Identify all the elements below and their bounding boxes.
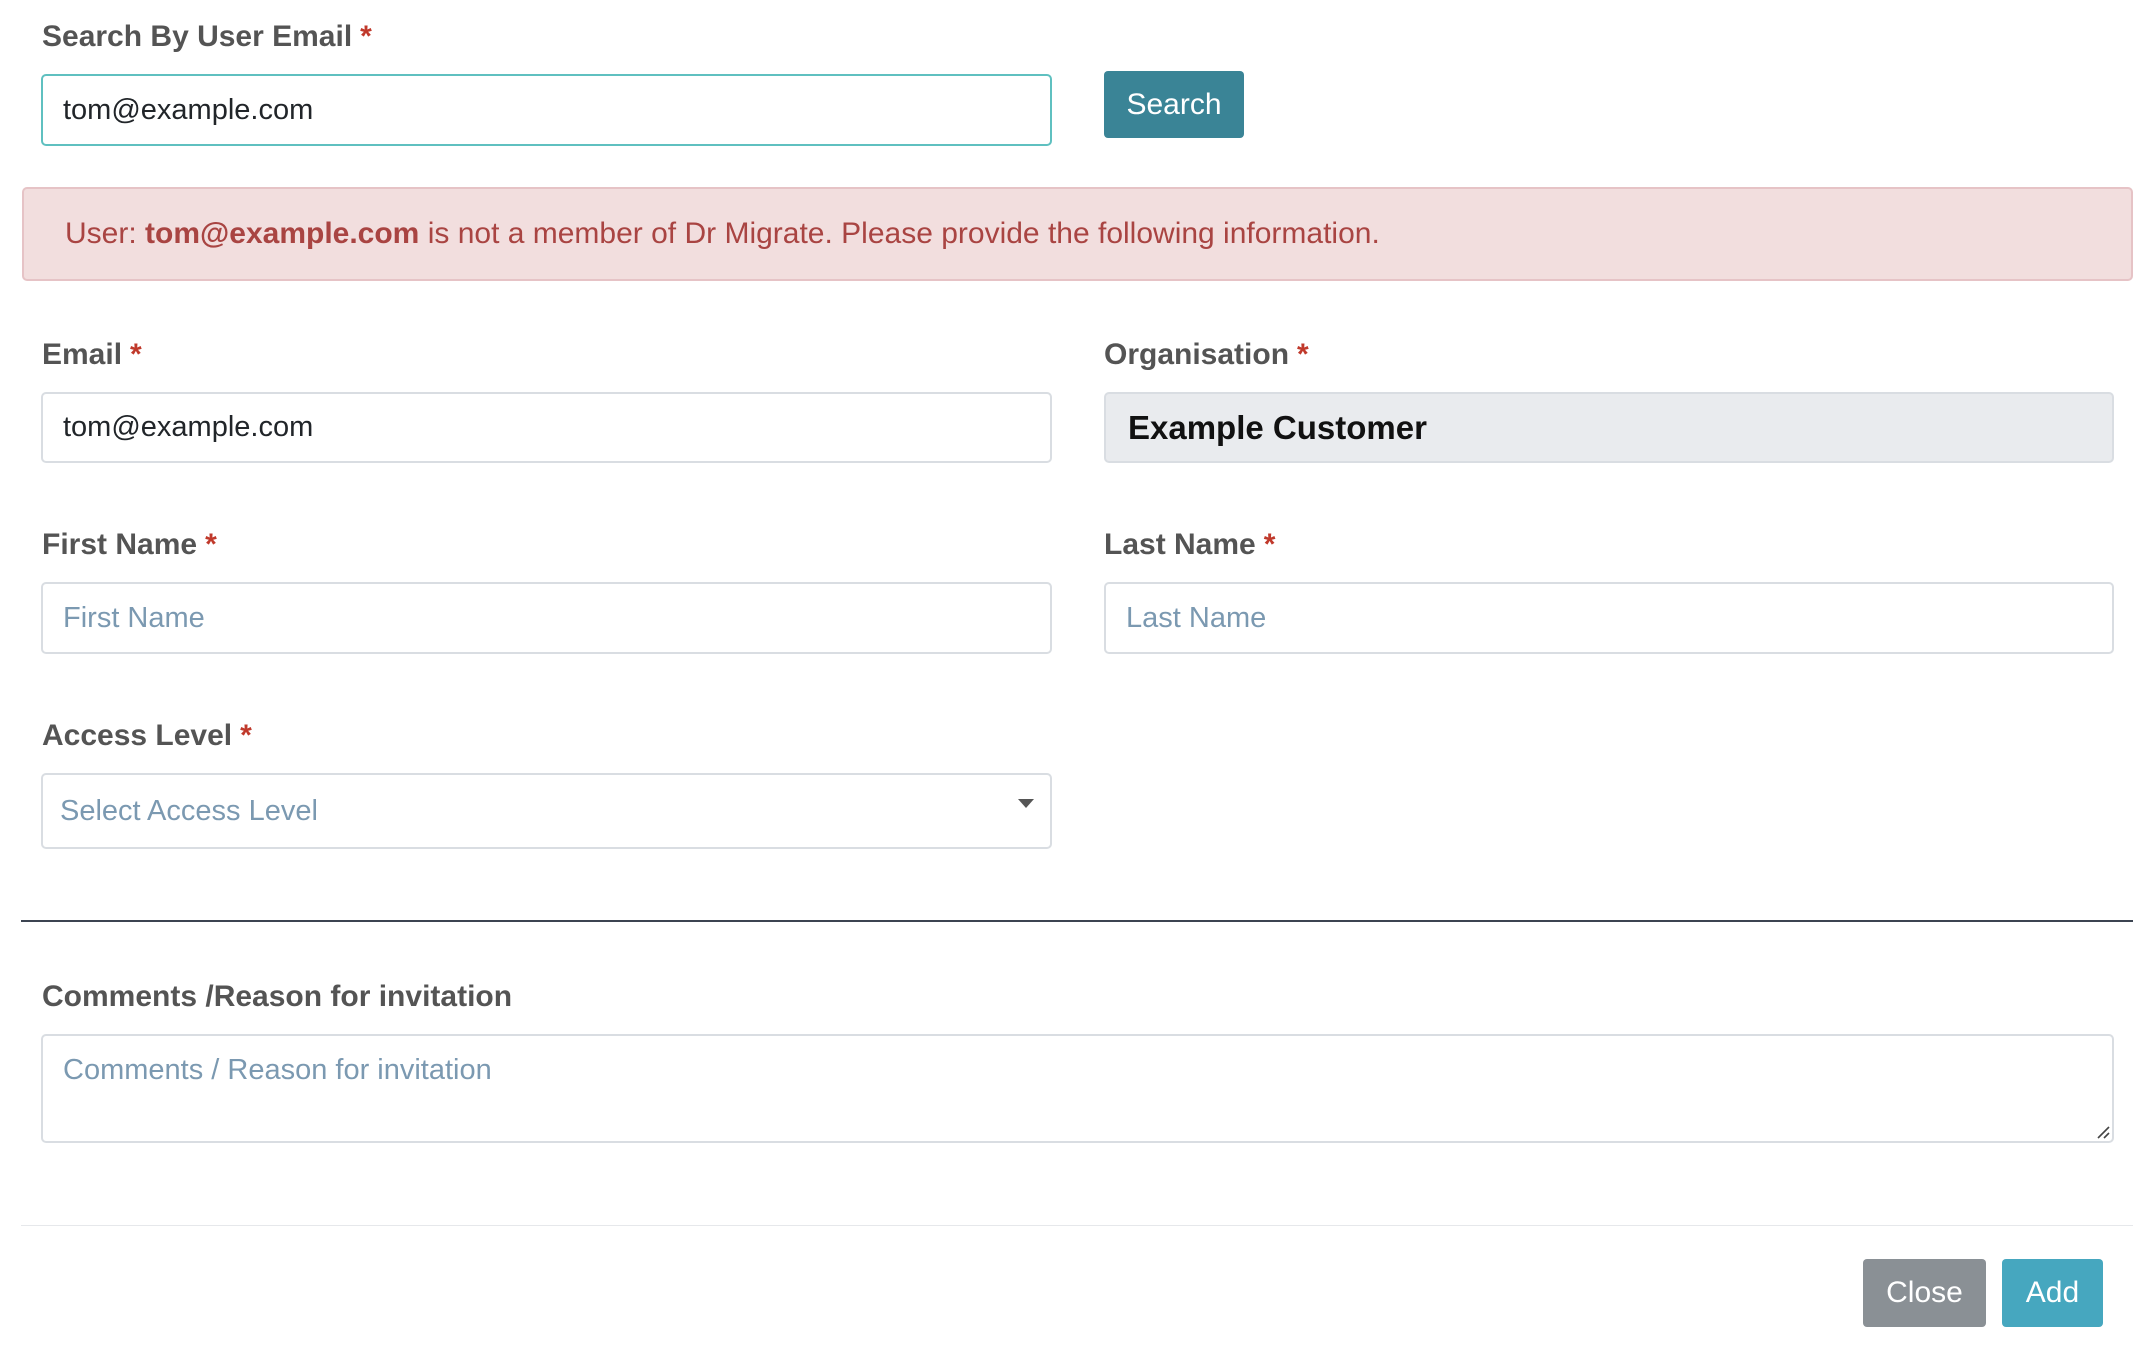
email-field[interactable]: tom@example.com xyxy=(41,392,1052,463)
organisation-value: Example Customer xyxy=(1128,408,1427,446)
comments-placeholder: Comments / Reason for invitation xyxy=(63,1054,492,1086)
comments-textarea[interactable]: Comments / Reason for invitation xyxy=(41,1034,2114,1143)
alert-prefix: User: xyxy=(65,217,146,250)
footer-divider xyxy=(21,1225,2133,1226)
last-name-placeholder: Last Name xyxy=(1126,601,1267,634)
last-name-input[interactable]: Last Name xyxy=(1104,582,2114,654)
alert-email: tom@example.com xyxy=(145,217,420,250)
email-label: Email * xyxy=(42,337,142,373)
required-mark: * xyxy=(1263,528,1276,561)
required-mark: * xyxy=(205,528,217,561)
not-member-alert: User: tom@example.com is not a member of… xyxy=(22,187,2133,281)
organisation-label-text: Organisation xyxy=(1104,338,1290,371)
add-user-form: Search By User Email * tom@example.com Se… xyxy=(0,0,2150,1362)
comments-label-text: Comments /Reason for invitation xyxy=(42,980,513,1013)
first-name-placeholder: First Name xyxy=(63,601,205,634)
comments-label: Comments /Reason for invitation xyxy=(42,979,512,1015)
close-button-label: Close xyxy=(1886,1276,1963,1309)
section-divider xyxy=(21,920,2133,922)
search-email-label-text: Search By User Email xyxy=(42,20,353,53)
search-email-label: Search By User Email * xyxy=(42,19,372,55)
access-level-placeholder: Select Access Level xyxy=(60,794,318,827)
add-button-label: Add xyxy=(2025,1276,2080,1309)
required-mark: * xyxy=(130,338,142,371)
search-button-label: Search xyxy=(1126,87,1222,121)
required-mark: * xyxy=(360,20,372,53)
close-button[interactable]: Close xyxy=(1863,1259,1986,1327)
access-level-label: Access Level * xyxy=(42,718,252,754)
alert-message: is not a member of Dr Migrate. Please pr… xyxy=(419,217,1380,250)
last-name-label-text: Last Name xyxy=(1104,528,1256,561)
add-button[interactable]: Add xyxy=(2002,1259,2103,1327)
organisation-label: Organisation * xyxy=(1104,337,1309,373)
access-level-select[interactable]: Select Access Level xyxy=(41,773,1052,849)
required-mark: * xyxy=(1297,338,1309,371)
required-mark: * xyxy=(240,719,252,752)
search-button[interactable]: Search xyxy=(1104,71,1244,138)
resize-grip-icon[interactable] xyxy=(2094,1123,2110,1139)
email-label-text: Email xyxy=(42,338,123,371)
search-email-input[interactable]: tom@example.com xyxy=(41,74,1052,146)
first-name-label-text: First Name xyxy=(42,528,198,561)
email-value: tom@example.com xyxy=(63,411,314,443)
access-level-label-text: Access Level xyxy=(42,719,233,752)
organisation-field: Example Customer xyxy=(1104,392,2114,463)
first-name-label: First Name * xyxy=(42,527,217,563)
first-name-input[interactable]: First Name xyxy=(41,582,1052,654)
search-email-value: tom@example.com xyxy=(63,93,314,126)
caret-down-icon xyxy=(1018,799,1034,808)
last-name-label: Last Name * xyxy=(1104,527,1275,563)
